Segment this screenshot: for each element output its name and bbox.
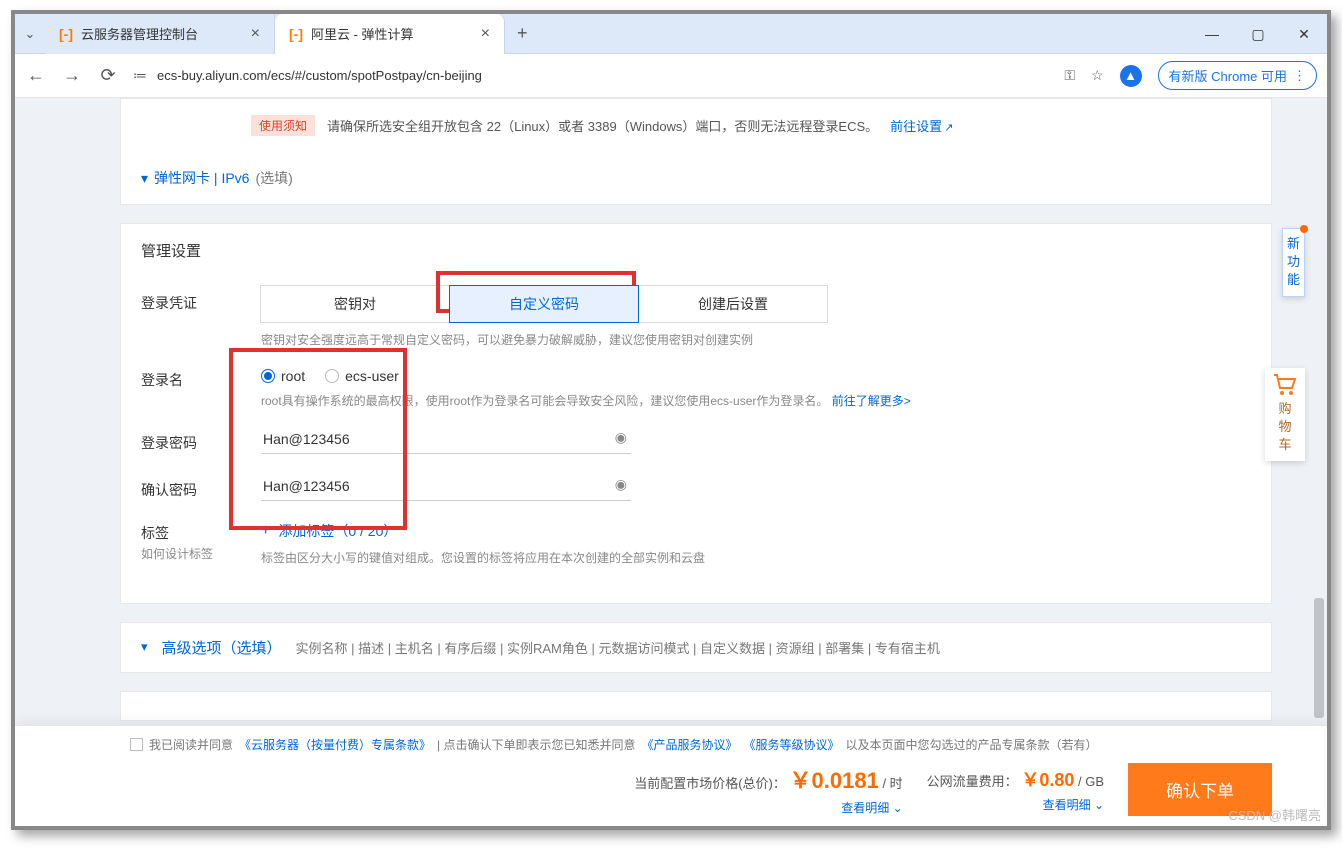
notice-tag: 使用须知 [251, 115, 315, 136]
scrollbar[interactable] [1313, 98, 1325, 826]
eni-section-toggle[interactable]: ▾ 弹性网卡 | IPv6 (选填) [121, 152, 1271, 204]
maximize-button[interactable]: ▢ [1235, 14, 1281, 54]
close-window-button[interactable]: ✕ [1281, 14, 1327, 54]
back-button[interactable]: ← [25, 65, 47, 86]
close-tab-icon[interactable]: × [251, 25, 260, 43]
radio-ecs-user[interactable]: ecs-user [325, 368, 399, 384]
aliyun-icon: [-] [289, 26, 303, 42]
section-title: 管理设置 [141, 240, 1251, 261]
login-name-hint: root具有操作系统的最高权限，使用root作为登录名可能会导致安全风险，建议您… [261, 392, 1251, 411]
eye-icon[interactable]: ◉ [615, 429, 627, 446]
view-detail-link[interactable]: 查看明细 ⌄ [841, 799, 902, 816]
agreement-row: 我已阅读并同意 《云服务器（按量付费）专属条款》 | 点击确认下单即表示您已知悉… [130, 736, 1272, 753]
credential-hint: 密钥对安全强度远高于常规自定义密码，可以避免暴力破解威胁，建议您使用密钥对创建实… [261, 331, 1251, 350]
goto-settings-link[interactable]: 前往设置↗ [890, 116, 953, 135]
terms-link-2[interactable]: 《产品服务协议》 [641, 736, 737, 753]
radio-root[interactable]: root [261, 368, 305, 384]
aliyun-icon: [-] [59, 26, 73, 42]
browser-toolbar: ← → ⟳ ≔ ecs-buy.aliyun.com/ecs/#/custom/… [15, 54, 1327, 98]
eye-icon[interactable]: ◉ [615, 476, 627, 493]
notification-dot-icon [1300, 225, 1308, 233]
password-input[interactable] [261, 425, 631, 454]
site-info-icon[interactable]: ≔ [133, 67, 147, 84]
advanced-toggle[interactable]: 高级选项（选填） [162, 637, 282, 658]
radio-dot-icon [261, 369, 275, 383]
chevron-down-icon[interactable]: ▾ [141, 639, 148, 655]
minimize-button[interactable]: — [1189, 14, 1235, 54]
advanced-options-list: 实例名称 | 描述 | 主机名 | 有序后缀 | 实例RAM角色 | 元数据访问… [296, 638, 940, 657]
forward-button[interactable]: → [61, 65, 83, 86]
new-feature-badge[interactable]: 新 功 能 [1282, 228, 1305, 297]
seg-custom-password[interactable]: 自定义密码 [449, 285, 639, 323]
reload-button[interactable]: ⟳ [97, 65, 119, 86]
address-bar[interactable]: ≔ ecs-buy.aliyun.com/ecs/#/custom/spotPo… [133, 67, 1050, 84]
seg-set-later[interactable]: 创建后设置 [638, 285, 828, 323]
bookmark-icon[interactable]: ☆ [1091, 67, 1104, 84]
terms-link-3[interactable]: 《服务等级协议》 [744, 736, 840, 753]
market-price-block: 当前配置市场价格(总价)： ￥0.0181 / 时 查看明细 ⌄ [634, 763, 902, 816]
url-text: ecs-buy.aliyun.com/ecs/#/custom/spotPost… [157, 68, 482, 83]
close-tab-icon[interactable]: × [481, 25, 490, 43]
tab-title: 阿里云 - 弹性计算 [311, 24, 414, 43]
security-group-notice: 使用须知 请确保所选安全组开放包含 22（Linux）或者 3389（Windo… [121, 99, 1271, 152]
view-detail-link[interactable]: 查看明细 ⌄ [1043, 796, 1104, 813]
page-content: 使用须知 请确保所选安全组开放包含 22（Linux）或者 3389（Windo… [15, 98, 1327, 826]
plus-icon: + [261, 522, 270, 540]
credential-label: 登录凭证 [141, 285, 261, 313]
management-card: 管理设置 登录凭证 密钥对 自定义密码 创建后设置 密钥对安全强度远高于常规自定… [120, 223, 1272, 604]
seg-keypair[interactable]: 密钥对 [260, 285, 450, 323]
tab-dropdown[interactable]: ⌄ [15, 26, 45, 42]
browser-tab-1[interactable]: [-] 云服务器管理控制台 × [45, 14, 275, 54]
advanced-card: ▾ 高级选项（选填） 实例名称 | 描述 | 主机名 | 有序后缀 | 实例RA… [120, 622, 1272, 673]
order-footer: 我已阅读并同意 《云服务器（按量付费）专属条款》 | 点击确认下单即表示您已知悉… [15, 725, 1327, 826]
terms-link-1[interactable]: 《云服务器（按量付费）专属条款》 [239, 736, 431, 753]
login-name-label: 登录名 [141, 362, 261, 390]
chevron-down-icon: ▾ [141, 170, 148, 187]
confirm-password-label: 确认密码 [141, 472, 261, 500]
radio-dot-icon [325, 369, 339, 383]
next-card-stub [120, 691, 1272, 721]
profile-avatar[interactable]: ▲ [1120, 65, 1142, 87]
password-label: 登录密码 [141, 425, 261, 453]
add-tag-button[interactable]: + 添加标签（0 / 20） [261, 521, 1251, 541]
tag-sublabel[interactable]: 如何设计标签 [141, 545, 261, 562]
traffic-price-block: 公网流量费用： ￥0.80 / GB 查看明细 ⌄ [927, 766, 1104, 813]
password-key-icon[interactable]: ⚿ [1064, 67, 1075, 84]
confirm-password-input[interactable] [261, 472, 631, 501]
chrome-update-pill[interactable]: 有新版 Chrome 可用⋮ [1158, 61, 1317, 90]
credential-segmented: 密钥对 自定义密码 创建后设置 [261, 285, 1251, 323]
browser-tab-2[interactable]: [-] 阿里云 - 弹性计算 × [275, 14, 505, 54]
window-controls: — ▢ ✕ [1189, 14, 1327, 54]
cart-badge[interactable]: 购 物 车 [1265, 368, 1305, 461]
learn-more-link[interactable]: 前往了解更多> [832, 394, 911, 408]
tab-title: 云服务器管理控制台 [81, 24, 198, 43]
tag-label: 标签 如何设计标签 [141, 521, 261, 562]
cart-icon [1273, 374, 1297, 396]
network-card: 使用须知 请确保所选安全组开放包含 22（Linux）或者 3389（Windo… [120, 98, 1272, 205]
browser-tab-strip: ⌄ [-] 云服务器管理控制台 × [-] 阿里云 - 弹性计算 × + — ▢… [15, 14, 1327, 54]
watermark: CSDN @韩曙亮 [1228, 805, 1321, 824]
agree-checkbox[interactable] [130, 738, 143, 751]
new-tab-button[interactable]: + [505, 23, 540, 44]
notice-text: 请确保所选安全组开放包含 22（Linux）或者 3389（Windows）端口… [327, 116, 878, 135]
tag-hint: 标签由区分大小写的键值对组成。您设置的标签将应用在本次创建的全部实例和云盘 [261, 549, 1251, 568]
